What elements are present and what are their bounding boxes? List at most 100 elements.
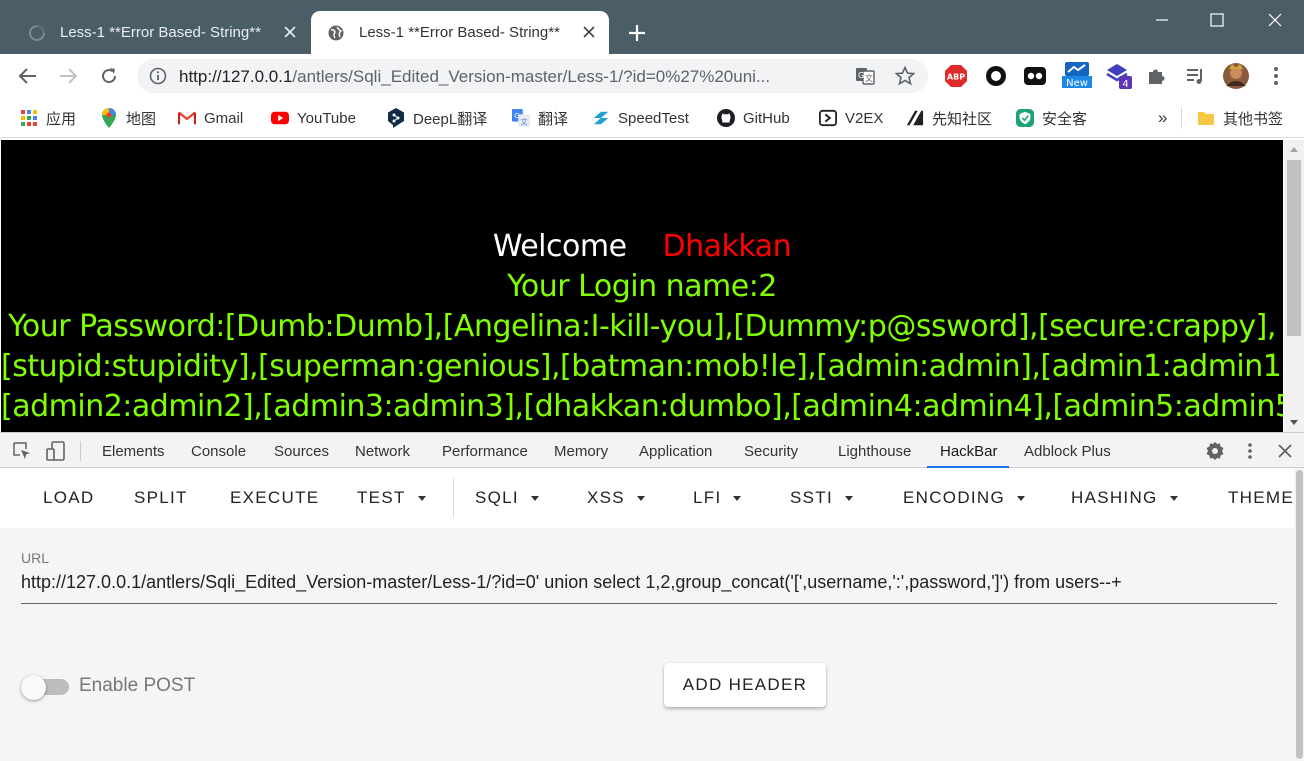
- devtools-tab-sources[interactable]: Sources: [274, 443, 329, 460]
- bookmark-label: Gmail: [204, 109, 244, 127]
- google-translate-icon[interactable]: G文: [855, 66, 875, 91]
- tab-active[interactable]: Less-1 **Error Based- String**: [311, 11, 609, 54]
- more-options-icon[interactable]: [1239, 441, 1261, 461]
- devtools-tab-hackbar[interactable]: HackBar: [940, 443, 998, 460]
- new-tab-plus-icon[interactable]: [624, 20, 650, 46]
- hashing-menu-button[interactable]: HASHING: [1071, 488, 1178, 508]
- scroll-down-arrow-icon[interactable]: [1289, 419, 1299, 427]
- address-bar[interactable]: http://127.0.0.1/antlers/Sqli_Edited_Ver…: [137, 59, 928, 93]
- v2ex-icon: [819, 109, 837, 127]
- svg-text:ABP: ABP: [947, 73, 965, 82]
- ssti-menu-button[interactable]: SSTI: [790, 488, 853, 508]
- devtools-tab-console[interactable]: Console: [191, 443, 246, 460]
- bookmark-other-folder[interactable]: 其他书签: [1197, 107, 1283, 129]
- split-button[interactable]: SPLIT: [134, 488, 188, 508]
- maximize-icon[interactable]: [1205, 8, 1229, 32]
- bookmark-apps[interactable]: 应用: [20, 107, 76, 129]
- glasses-extension-icon[interactable]: [1022, 63, 1048, 89]
- xianzhi-icon: [906, 109, 924, 127]
- hackbar-scrollbar[interactable]: [1294, 468, 1304, 761]
- execute-button[interactable]: EXECUTE: [230, 488, 319, 508]
- xss-menu-button[interactable]: XSS: [587, 488, 645, 508]
- welcome-name: Dhakkan: [662, 229, 792, 264]
- device-toolbar-icon[interactable]: [45, 441, 67, 461]
- black-circle-extension-icon[interactable]: [983, 63, 1009, 89]
- add-header-button[interactable]: ADD HEADER: [664, 663, 826, 707]
- bookmark-youtube[interactable]: YouTube: [271, 107, 356, 129]
- devtools-tab-network[interactable]: Network: [355, 443, 410, 460]
- sqli-menu-button[interactable]: SQLI: [475, 488, 539, 508]
- devtools-tab-application[interactable]: Application: [639, 443, 712, 460]
- tab-title: Less-1 **Error Based- String**: [60, 24, 261, 41]
- bookmark-label: SpeedTest: [618, 109, 689, 127]
- svg-text:文: 文: [865, 73, 873, 83]
- bookmarks-overflow-chevron[interactable]: »: [1158, 107, 1167, 129]
- bookmark-maps[interactable]: 地图: [100, 107, 156, 129]
- devtools-tab-elements[interactable]: Elements: [102, 443, 165, 460]
- browser-toolbar: http://127.0.0.1/antlers/Sqli_Edited_Ver…: [0, 54, 1304, 98]
- bookmark-github[interactable]: GitHub: [717, 107, 790, 129]
- bookmark-label: 其他书签: [1223, 110, 1284, 128]
- settings-gear-icon[interactable]: [1204, 441, 1226, 461]
- url-field-label: URL: [21, 550, 50, 566]
- media-queue-icon[interactable]: [1182, 63, 1208, 89]
- chrome-menu-icon[interactable]: [1263, 63, 1289, 89]
- dropdown-caret-icon: [636, 495, 645, 501]
- back-arrow-icon[interactable]: [15, 63, 41, 89]
- hackbar-panel: LOAD SPLIT EXECUTE TEST SQLI XSS LFI SST…: [0, 468, 1304, 761]
- site-info-icon[interactable]: [149, 67, 167, 90]
- devtools-tab-security[interactable]: Security: [744, 443, 798, 460]
- devtools-tab-memory[interactable]: Memory: [554, 443, 608, 460]
- login-name-line: Your Login name:2: [507, 269, 777, 304]
- inspect-element-icon[interactable]: [11, 441, 33, 461]
- bookmark-gmail[interactable]: Gmail: [178, 107, 243, 129]
- purple-extension-icon[interactable]: 4: [1104, 63, 1134, 90]
- bookmark-anquanke[interactable]: 安全客: [1016, 107, 1087, 129]
- devtools-tabbar: Elements Console Sources Network Perform…: [0, 432, 1304, 468]
- password-line-3: [admin2:admin2],[admin3:admin3],[dhakkan…: [1, 389, 1283, 424]
- encoding-menu-button[interactable]: ENCODING: [903, 488, 1026, 508]
- window-close-icon[interactable]: [1263, 8, 1287, 32]
- test-menu-button[interactable]: TEST: [357, 488, 426, 508]
- bookmark-deepl[interactable]: DeepL翻译: [387, 107, 487, 129]
- forward-arrow-icon[interactable]: [55, 63, 81, 89]
- minimize-icon[interactable]: [1150, 8, 1174, 32]
- apps-grid-icon: [20, 109, 38, 127]
- lfi-menu-button[interactable]: LFI: [693, 488, 742, 508]
- svg-text:New: New: [1066, 78, 1088, 89]
- bookmark-speedtest[interactable]: SpeedTest: [592, 107, 689, 129]
- bookmark-v2ex[interactable]: V2EX: [819, 107, 883, 129]
- extensions-puzzle-icon[interactable]: [1143, 63, 1169, 89]
- new-badge-extension-icon[interactable]: New: [1062, 62, 1092, 89]
- tab-close-icon[interactable]: [581, 24, 597, 40]
- bookmark-star-icon[interactable]: [894, 65, 916, 91]
- maps-pin-icon: [100, 108, 118, 128]
- devtools-tab-lighthouse[interactable]: Lighthouse: [838, 443, 911, 460]
- url-input[interactable]: http://127.0.0.1/antlers/Sqli_Edited_Ver…: [21, 572, 1277, 593]
- devtools-tab-performance[interactable]: Performance: [442, 443, 528, 460]
- scroll-up-arrow-icon[interactable]: [1289, 145, 1299, 153]
- bookmark-label: GitHub: [743, 109, 790, 127]
- reload-icon[interactable]: [96, 63, 122, 89]
- bookmark-translate[interactable]: G文 翻译: [512, 107, 568, 129]
- profile-avatar[interactable]: [1221, 63, 1251, 89]
- tab-title: Less-1 **Error Based- String**: [359, 24, 560, 41]
- devtools-tab-adblock-plus[interactable]: Adblock Plus: [1024, 443, 1111, 460]
- hackbar-scrollbar-thumb[interactable]: [1296, 470, 1303, 759]
- bookmark-xianzhi[interactable]: 先知社区: [906, 107, 992, 129]
- theme-menu-button[interactable]: THEME: [1228, 488, 1294, 508]
- devtools-close-icon[interactable]: [1274, 441, 1296, 461]
- tab-close-icon[interactable]: [282, 24, 298, 40]
- deepl-icon: [387, 108, 405, 128]
- tab-inactive[interactable]: Less-1 **Error Based- String**: [12, 11, 310, 54]
- svg-text:G: G: [858, 71, 864, 80]
- page-scrollbar[interactable]: [1284, 140, 1304, 432]
- page-scrollbar-thumb[interactable]: [1287, 160, 1301, 336]
- load-button[interactable]: LOAD: [43, 488, 95, 508]
- adblock-plus-icon[interactable]: ABP: [943, 63, 969, 89]
- anquanke-icon: [1016, 109, 1034, 127]
- password-line-1: Your Password:[Dumb:Dumb],[Angelina:I-ki…: [8, 309, 1276, 344]
- url-input-underline: [21, 603, 1277, 604]
- enable-post-toggle-knob[interactable]: [21, 675, 46, 700]
- bookmark-label: 地图: [126, 110, 157, 128]
